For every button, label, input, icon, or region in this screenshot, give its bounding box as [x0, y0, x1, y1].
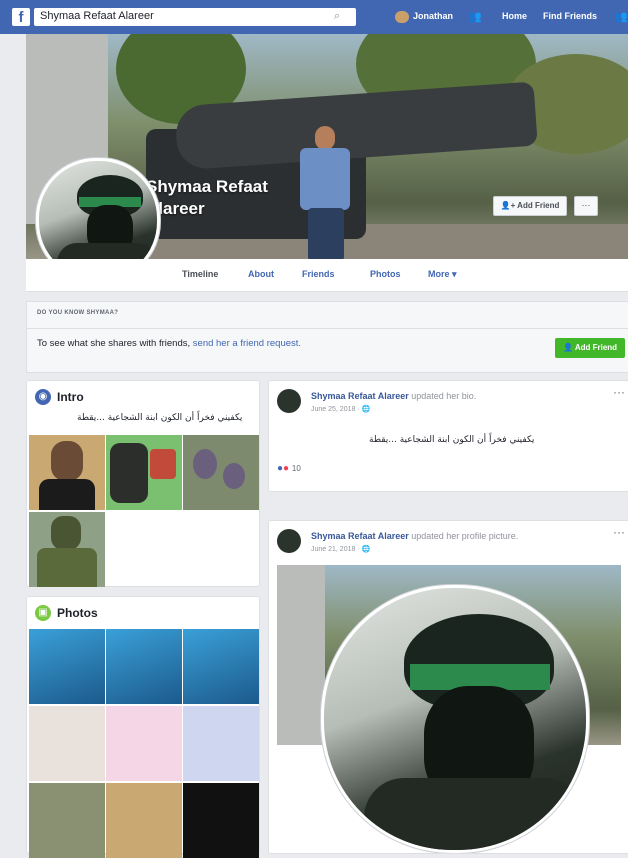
- intro-title: Intro: [57, 390, 84, 404]
- photos-card: ▣ Photos: [26, 596, 260, 858]
- search-icon[interactable]: ⌕: [334, 10, 340, 23]
- post-author-link[interactable]: Shymaa Refaat Alareer: [311, 531, 409, 541]
- body: [364, 778, 584, 850]
- friend-request-link[interactable]: send her a friend request.: [193, 338, 301, 349]
- search-input[interactable]: Shymaa Refaat Alareer ⌕: [34, 8, 356, 26]
- profile-picture-post: Shymaa Refaat Alareer updated her profil…: [268, 520, 628, 854]
- user-avatar[interactable]: [395, 11, 409, 23]
- intro-card: ◉ Intro يكفيني فخراً أن الكون ابنة الشجا…: [26, 380, 260, 587]
- post-date-text: June 25, 2018 ·: [311, 406, 362, 413]
- post-options-icon[interactable]: ···: [613, 525, 625, 539]
- intro-photo[interactable]: [183, 435, 259, 510]
- tab-about[interactable]: About: [248, 269, 274, 279]
- person-legs: [308, 208, 344, 259]
- add-friend-label: Add Friend: [517, 201, 560, 210]
- person-head: [315, 126, 335, 150]
- tab-friends[interactable]: Friends: [302, 269, 335, 279]
- love-reaction-icon: ●: [283, 463, 290, 474]
- post-date[interactable]: June 25, 2018 · 🌐: [311, 405, 370, 413]
- more-options-button[interactable]: ···: [574, 196, 598, 216]
- know-title: DO YOU KNOW SHYMAA?: [37, 310, 119, 316]
- reaction-count: 10: [291, 464, 301, 473]
- post-action: updated her profile picture.: [408, 531, 519, 541]
- intro-photo[interactable]: [29, 435, 105, 510]
- post-bio-text: يكفيني فخراً أن الكون ابنة الشجاعية ...ي…: [369, 435, 535, 445]
- photos-icon: ▣: [35, 605, 51, 621]
- divider: [27, 328, 628, 329]
- add-friend-green-button[interactable]: 👤 Add Friend: [555, 338, 625, 358]
- photo-thumb[interactable]: [106, 629, 182, 704]
- photos-title: Photos: [57, 606, 98, 620]
- reactions[interactable]: ●● 10: [277, 463, 301, 474]
- person-body: [300, 148, 350, 210]
- intro-photo[interactable]: [29, 512, 105, 587]
- post-date[interactable]: June 21, 2018 · 🌐: [311, 545, 370, 553]
- know-prompt: DO YOU KNOW SHYMAA? To see what she shar…: [26, 301, 628, 373]
- post-author-avatar[interactable]: [277, 389, 301, 413]
- user-name-link[interactable]: Jonathan: [413, 11, 453, 21]
- globe-icon: ◉: [35, 389, 51, 405]
- add-friend-icon: 👤+: [500, 201, 518, 210]
- friend-requests-icon[interactable]: 👥: [468, 10, 482, 23]
- profile-tabs: Timeline About Friends Photos More ▾: [26, 259, 628, 292]
- intro-photo[interactable]: [106, 435, 182, 510]
- friends-icon[interactable]: 👥: [614, 10, 628, 23]
- tab-photos[interactable]: Photos: [370, 269, 401, 279]
- photo-thumb[interactable]: [106, 783, 182, 858]
- top-bar: f Shymaa Refaat Alareer ⌕ Jonathan 👥 Hom…: [0, 0, 628, 34]
- privacy-icon: 🌐: [361, 406, 371, 413]
- add-friend-button[interactable]: 👤+ Add Friend: [493, 196, 567, 216]
- post-header: Shymaa Refaat Alareer updated her bio.: [311, 391, 476, 401]
- bio-update-post: Shymaa Refaat Alareer updated her bio. J…: [268, 380, 628, 492]
- know-text: To see what she shares with friends, sen…: [37, 338, 301, 349]
- post-options-icon[interactable]: ···: [613, 385, 625, 399]
- cover-person: [296, 126, 354, 259]
- photo-thumb[interactable]: [29, 629, 105, 704]
- post-profile-picture[interactable]: [321, 585, 589, 853]
- tab-more[interactable]: More ▾: [428, 269, 457, 280]
- profile-name-line1: Shymaa Refaat: [146, 177, 268, 196]
- photo-thumb[interactable]: [183, 706, 259, 781]
- add-friend-green-label: Add Friend: [574, 343, 618, 352]
- photo-thumb[interactable]: [29, 783, 105, 858]
- photo-thumb[interactable]: [183, 783, 259, 858]
- search-value: Shymaa Refaat Alareer: [40, 10, 154, 22]
- photo-thumb[interactable]: [106, 706, 182, 781]
- post-action: updated her bio.: [408, 391, 477, 401]
- photo-thumb[interactable]: [183, 629, 259, 704]
- post-author-avatar[interactable]: [277, 529, 301, 553]
- post-date-text: June 21, 2018 ·: [311, 546, 362, 553]
- post-author-link[interactable]: Shymaa Refaat Alareer: [311, 391, 409, 401]
- intro-bio: يكفيني فخراً أن الكون ابنة الشجاعية ...ي…: [77, 413, 243, 423]
- know-text-prefix: To see what she shares with friends,: [37, 338, 193, 349]
- photo-thumb[interactable]: [29, 706, 105, 781]
- privacy-icon: 🌐: [361, 546, 371, 553]
- home-link[interactable]: Home: [502, 11, 527, 21]
- tab-timeline[interactable]: Timeline: [182, 269, 218, 279]
- find-friends-link[interactable]: Find Friends: [543, 11, 597, 21]
- facebook-logo-icon[interactable]: f: [12, 8, 30, 26]
- add-friend-icon: 👤: [562, 343, 575, 352]
- post-header: Shymaa Refaat Alareer updated her profil…: [311, 531, 518, 541]
